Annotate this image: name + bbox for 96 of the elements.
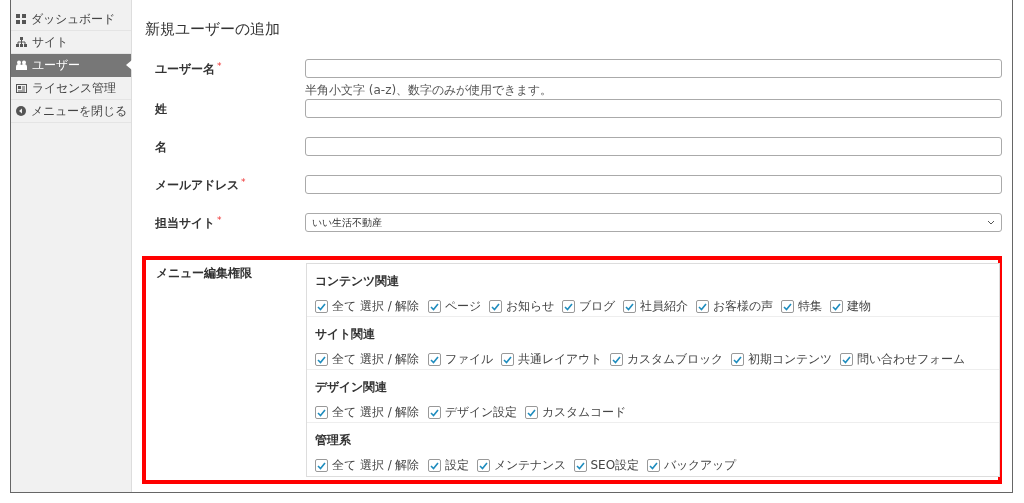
sidebar-item[interactable]: ダッシュボード [11, 8, 131, 31]
group-title: コンテンツ関連 [315, 273, 400, 290]
check-icon [526, 408, 536, 417]
checkbox[interactable] [561, 300, 575, 313]
checkbox-label: メンテナンス [493, 457, 566, 474]
checkbox-label: デザイン設定 [444, 404, 517, 421]
checkbox[interactable] [427, 406, 441, 419]
required-mark: * [217, 215, 222, 227]
sidebar-item[interactable]: メニューを閉じる [11, 100, 131, 123]
checkbox-label: ページ [444, 298, 481, 315]
check-icon [317, 302, 326, 311]
field-label: 担当サイト [155, 215, 215, 232]
checkbox[interactable] [573, 459, 587, 472]
required-mark: * [241, 177, 246, 189]
check-icon [317, 355, 326, 364]
checkbox[interactable] [647, 459, 661, 472]
checkbox-label: 特集 [797, 298, 822, 315]
checkbox-label: 社員紹介 [639, 298, 688, 315]
text-input[interactable] [305, 137, 1002, 156]
field-hint: 半角小文字 (a-z)、数字のみが使用できます。 [305, 82, 553, 99]
checkbox-label: お知らせ [505, 298, 554, 315]
checkbox-label: 初期コンテンツ [747, 351, 832, 368]
checkbox[interactable] [476, 459, 490, 472]
field-label: 名 [155, 139, 167, 156]
site-select[interactable]: いい生活不動産 [305, 213, 1002, 232]
checkbox[interactable] [622, 300, 636, 313]
check-icon [563, 302, 573, 311]
field-label: ユーザー名 [155, 61, 215, 78]
checkbox-label: カスタムコード [541, 404, 626, 421]
field-label: メニュー編集権限 [156, 265, 252, 282]
checkbox[interactable] [315, 353, 328, 366]
check-icon [831, 302, 841, 311]
required-mark: * [217, 61, 222, 73]
checkbox[interactable] [427, 353, 441, 366]
checkbox[interactable] [839, 353, 853, 366]
sidebar-item[interactable]: ユーザー [11, 54, 131, 77]
check-icon [490, 302, 500, 311]
checkbox-label: バックアップ [664, 457, 737, 474]
text-input[interactable] [305, 99, 1002, 118]
checkbox[interactable] [609, 353, 623, 366]
checkbox-label: 建物 [846, 298, 871, 315]
check-icon [575, 461, 585, 470]
checkbox[interactable] [315, 459, 328, 472]
checkbox[interactable] [488, 300, 502, 313]
chevron-down-icon [987, 220, 995, 225]
check-icon [841, 355, 851, 364]
checkbox[interactable] [427, 300, 441, 313]
checkbox[interactable] [427, 459, 441, 472]
check-icon [611, 355, 621, 364]
checkbox[interactable] [780, 300, 794, 313]
checkbox[interactable] [500, 353, 514, 366]
check-icon [429, 408, 439, 417]
text-input[interactable] [305, 175, 1002, 194]
checkbox-label: 全て 選択 / 解除 [332, 351, 420, 368]
checkbox-label: 設定 [444, 457, 469, 474]
check-icon [317, 461, 326, 470]
check-icon [502, 355, 512, 364]
checkbox-label: 全て 選択 / 解除 [332, 298, 420, 315]
group-title: サイト関連 [315, 326, 376, 343]
check-icon [732, 355, 742, 364]
checkbox-label: 全て 選択 / 解除 [332, 457, 420, 474]
grid-icon [16, 14, 26, 24]
check-icon [429, 355, 439, 364]
checkbox-label: SEO設定 [590, 457, 640, 474]
checkbox[interactable] [730, 353, 744, 366]
check-icon [624, 302, 634, 311]
page-title: 新規ユーザーの追加 [145, 20, 281, 39]
check-icon [429, 302, 439, 311]
checkbox[interactable] [524, 406, 538, 419]
check-icon [478, 461, 488, 470]
checkbox[interactable] [315, 406, 328, 419]
group-title: 管理系 [315, 432, 352, 449]
collapse-icon [16, 106, 26, 116]
group-title: デザイン関連 [315, 379, 388, 396]
check-icon [782, 302, 792, 311]
field-label: メールアドレス [155, 177, 239, 194]
checkbox-label: お客様の声 [712, 298, 773, 315]
sidebar-item[interactable]: ライセンス管理 [11, 77, 131, 100]
check-icon [429, 461, 439, 470]
check-icon [697, 302, 707, 311]
checkbox[interactable] [695, 300, 709, 313]
checkbox-label: 共通レイアウト [517, 351, 602, 368]
checkbox-label: カスタムブロック [626, 351, 723, 368]
check-icon [317, 408, 326, 417]
checkbox-label: 問い合わせフォーム [856, 351, 965, 368]
checkbox[interactable] [315, 300, 328, 313]
field-label: 姓 [155, 101, 167, 118]
checkbox-label: ブログ [578, 298, 615, 315]
id-card-icon [16, 83, 27, 93]
checkbox-label: ファイル [444, 351, 493, 368]
checkbox-label: 全て 選択 / 解除 [332, 404, 420, 421]
text-input[interactable] [305, 59, 1002, 78]
sitemap-icon [16, 37, 27, 47]
checkbox[interactable] [829, 300, 843, 313]
check-icon [649, 461, 659, 470]
users-icon [16, 60, 27, 70]
